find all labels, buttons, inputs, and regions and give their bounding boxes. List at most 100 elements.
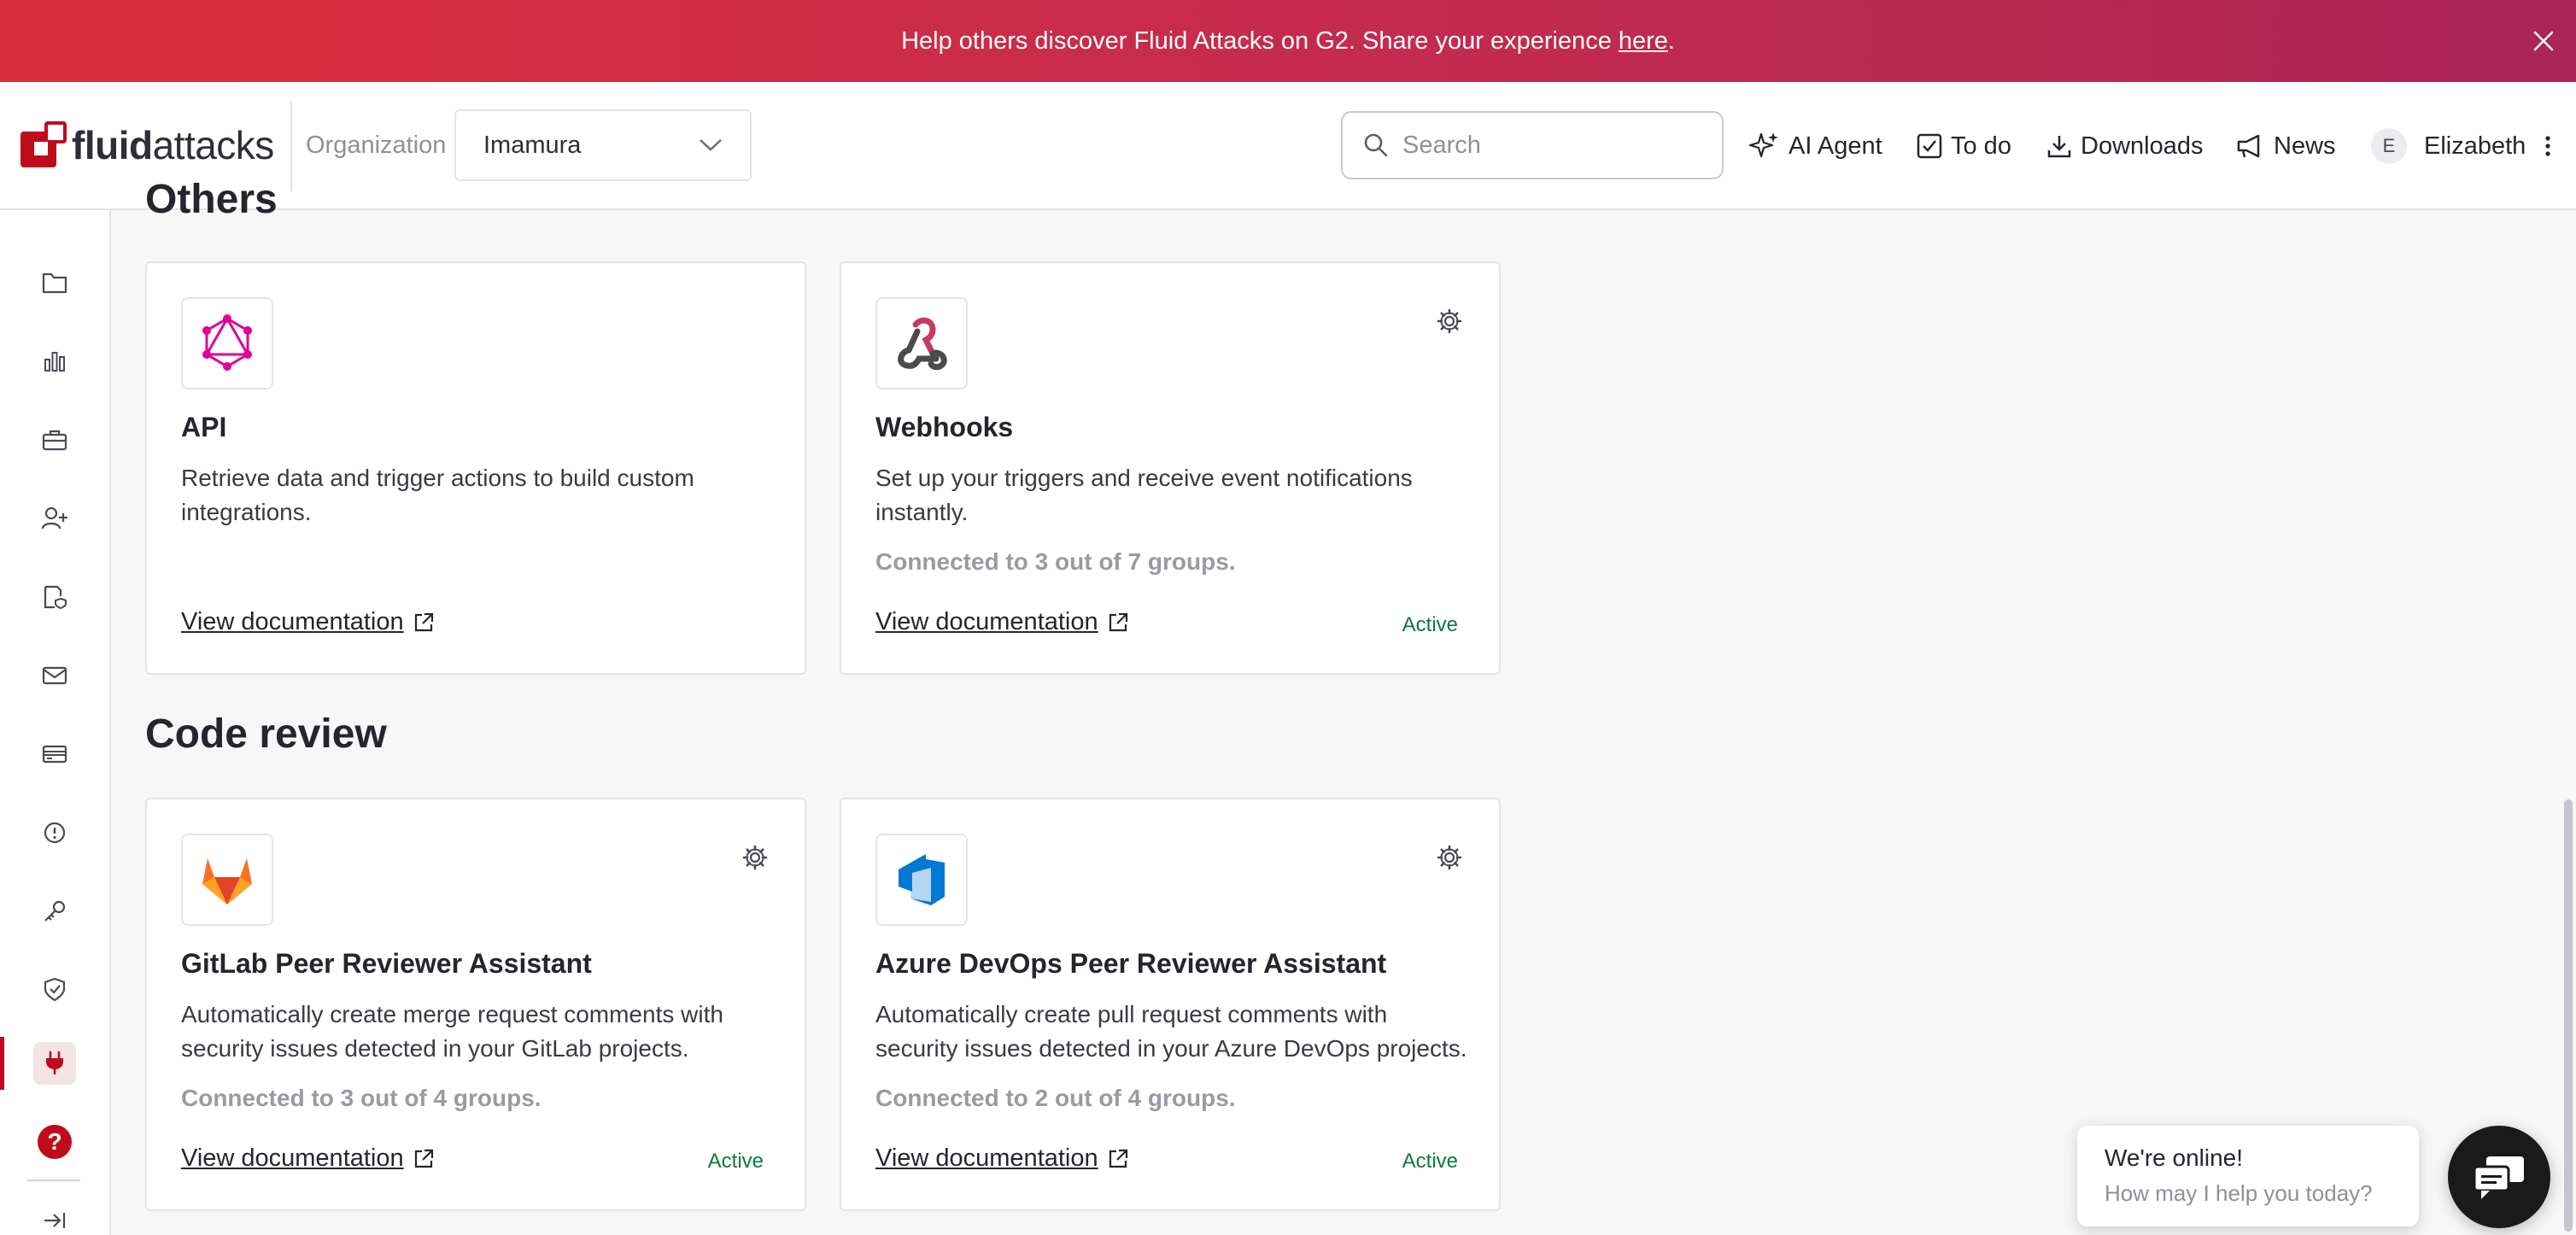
card-description: Automatically create pull request commen…	[875, 1001, 1467, 1062]
page-scrollbar[interactable]	[2564, 799, 2573, 1232]
sidebar-divider	[27, 1179, 80, 1181]
plug-icon	[46, 1051, 63, 1074]
integration-card-azure-devops: Azure DevOps Peer Reviewer Assistant Aut…	[840, 798, 1501, 1211]
external-link-icon	[1109, 1149, 1127, 1168]
fluid-attacks-logo[interactable]: fluidattacks	[19, 121, 274, 169]
banner-suffix: .	[1667, 26, 1675, 55]
card-title: Webhooks	[875, 412, 1014, 442]
news-label: News	[2274, 132, 2336, 160]
external-link-icon	[414, 1149, 433, 1168]
header-divider	[290, 101, 292, 191]
ai-agent-button[interactable]: AI Agent	[1749, 128, 1882, 164]
card-description: Automatically create merge request comme…	[181, 1001, 723, 1062]
ai-agent-label: AI Agent	[1789, 132, 1882, 160]
api-logo	[181, 297, 273, 389]
promo-banner: Help others discover Fluid Attacks on G2…	[0, 0, 2576, 82]
azure-devops-logo	[875, 834, 968, 926]
chat-title: We're online!	[2105, 1144, 2244, 1171]
section-title-code-review: Code review	[145, 711, 387, 757]
chat-open-button[interactable]	[2448, 1126, 2550, 1228]
organization-value: Imamura	[483, 131, 582, 159]
search-input[interactable]	[1402, 131, 1710, 160]
search-icon	[1364, 133, 1388, 157]
credit-card-icon	[42, 745, 67, 764]
megaphone-icon	[2237, 134, 2260, 158]
connected-groups-text: Connected to 3 out of 4 groups.	[181, 1085, 542, 1111]
gear-icon[interactable]	[1436, 844, 1463, 871]
user-menu-button[interactable]: E Elizabeth	[2371, 128, 2560, 164]
briefcase-icon	[42, 430, 67, 451]
gear-icon[interactable]	[741, 844, 769, 871]
sidebar-item-compliance[interactable]	[33, 969, 76, 1011]
chat-icon	[2473, 1156, 2524, 1199]
gitlab-logo	[181, 834, 273, 926]
webhook-icon	[898, 317, 947, 371]
alert-icon	[44, 822, 66, 844]
sidebar-item-outside[interactable]	[33, 811, 76, 854]
card-title: API	[181, 412, 227, 442]
chat-greeting-bubble[interactable]: We're online! How may I help you today?	[2077, 1126, 2419, 1226]
sidebar-item-analytics[interactable]	[33, 340, 76, 383]
status-badge: Active	[1402, 1150, 1458, 1173]
status-badge: Active	[1402, 613, 1458, 636]
webhooks-logo	[875, 297, 968, 389]
todo-button[interactable]: To do	[1917, 128, 2011, 164]
azure-devops-icon	[899, 854, 945, 905]
chat-subtitle: How may I help you today?	[2105, 1180, 2373, 1206]
chart-icon	[44, 352, 65, 372]
more-vertical-icon	[2545, 136, 2550, 156]
card-title: GitLab Peer Reviewer Assistant	[181, 948, 592, 979]
sidebar-item-policies[interactable]	[33, 576, 76, 618]
gitlab-icon	[202, 858, 252, 904]
avatar: E	[2371, 128, 2407, 164]
sidebar-item-members[interactable]	[33, 497, 76, 540]
view-documentation-link[interactable]: View documentation	[875, 1144, 1129, 1173]
shield-check-icon	[44, 977, 66, 1002]
mail-icon	[42, 666, 67, 685]
sidebar-item-groups[interactable]	[33, 261, 76, 304]
banner-text: Help others discover Fluid Attacks on G2…	[901, 26, 1612, 55]
status-badge: Active	[707, 1150, 764, 1173]
organization-select[interactable]: Imamura	[454, 109, 752, 181]
integration-card-webhooks: Webhooks Set up your triggers and receiv…	[840, 261, 1501, 675]
sidebar-collapse-button[interactable]	[33, 1199, 76, 1235]
sidebar-item-help[interactable]: ?	[33, 1121, 76, 1163]
gear-icon[interactable]	[1436, 307, 1463, 335]
banner-link[interactable]: here	[1619, 27, 1668, 56]
integration-card-gitlab: GitLab Peer Reviewer Assistant Automatic…	[145, 798, 806, 1211]
sidebar-item-billing[interactable]	[33, 733, 76, 776]
folder-icon	[42, 272, 67, 294]
downloads-button[interactable]: Downloads	[2046, 128, 2203, 164]
close-icon	[2533, 31, 2554, 51]
chevron-down-icon	[700, 139, 722, 151]
card-description: Retrieve data and trigger actions to bui…	[181, 465, 694, 525]
todo-label: To do	[1951, 132, 2011, 160]
search-box[interactable]	[1341, 111, 1724, 179]
organization-label: Organization	[306, 132, 447, 159]
top-header: fluidattacks Organization Imamura AI Age…	[0, 82, 2576, 210]
logo-text: fluidattacks	[72, 123, 274, 167]
collapse-icon	[44, 1213, 66, 1228]
checkbox-icon	[1917, 133, 1942, 159]
external-link-icon	[414, 612, 433, 631]
help-icon: ?	[38, 1125, 72, 1159]
view-documentation-link[interactable]: View documentation	[181, 608, 435, 636]
sidebar-item-credentials[interactable]	[33, 890, 76, 933]
user-plus-icon	[41, 506, 67, 530]
sidebar-item-portfolios[interactable]	[33, 418, 76, 461]
sidebar-item-integrations[interactable]	[33, 1042, 76, 1085]
downloads-label: Downloads	[2081, 132, 2204, 160]
external-link-icon	[1109, 612, 1127, 631]
view-documentation-link[interactable]: View documentation	[181, 1144, 435, 1173]
view-documentation-link[interactable]: View documentation	[875, 608, 1129, 636]
card-title: Azure DevOps Peer Reviewer Assistant	[875, 948, 1387, 979]
close-banner-button[interactable]	[2526, 24, 2561, 58]
user-name: Elizabeth	[2424, 132, 2526, 160]
sidebar-active-indicator	[0, 1037, 4, 1090]
sparkle-icon	[1749, 132, 1778, 158]
news-button[interactable]: News	[2236, 128, 2336, 164]
sidebar-item-mailmap[interactable]	[33, 654, 76, 697]
download-icon	[2047, 136, 2071, 158]
sidebar: ?	[0, 210, 111, 1235]
graphql-icon	[202, 314, 252, 371]
